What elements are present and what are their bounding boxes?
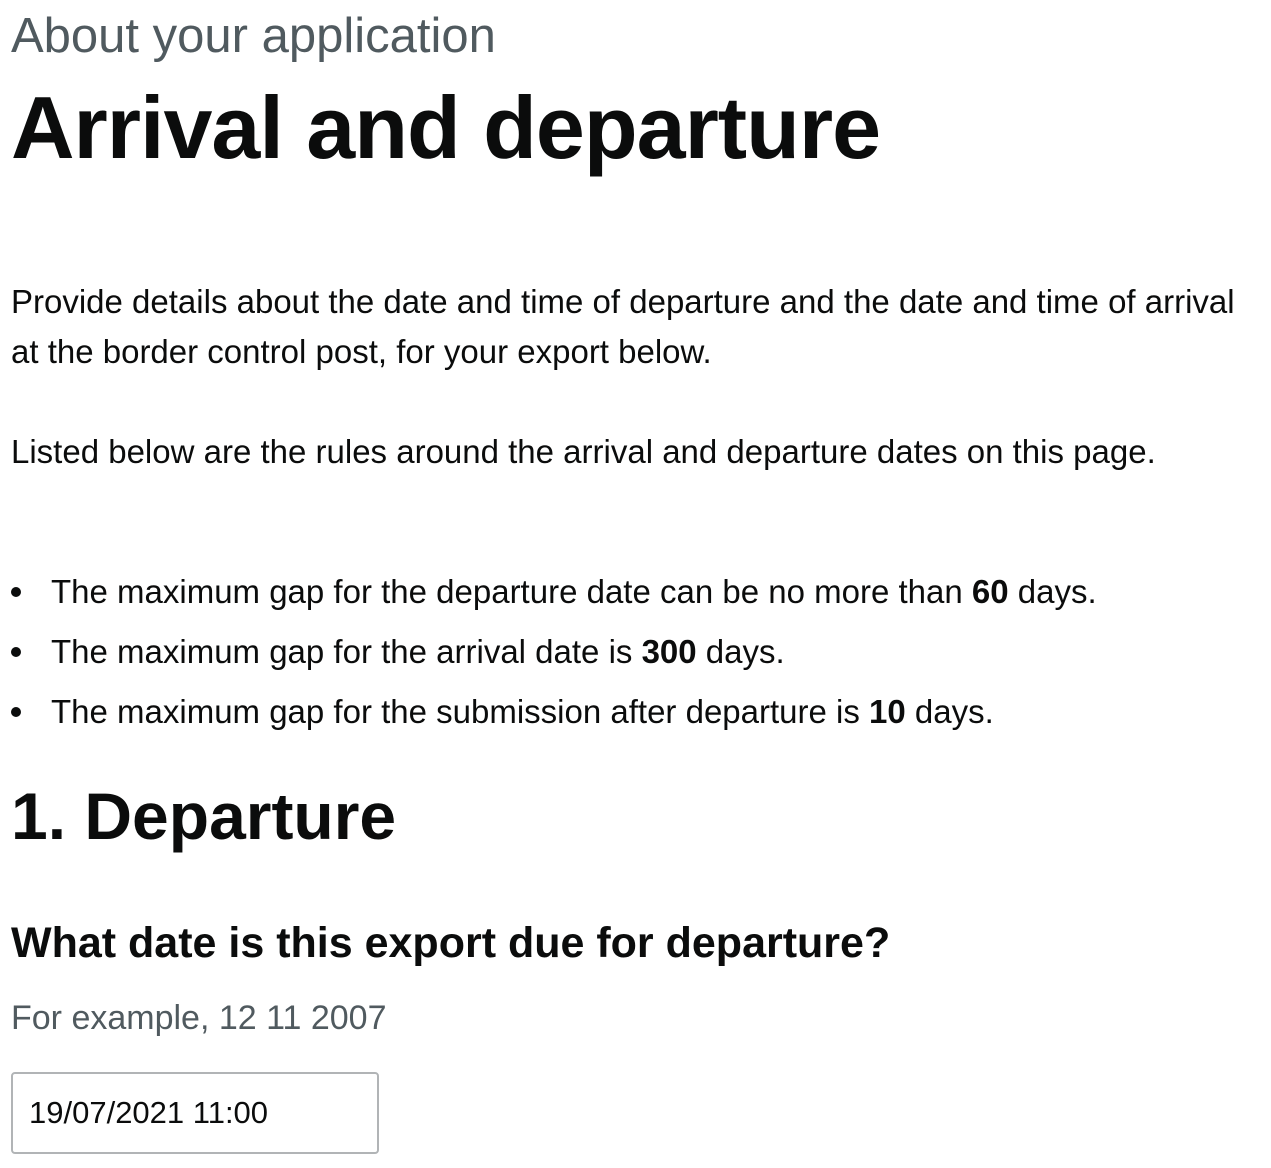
- rule-item: The maximum gap for the submission after…: [11, 687, 1097, 737]
- page-caption: About your application: [11, 9, 496, 63]
- intro-paragraph: Provide details about the date and time …: [11, 283, 1235, 370]
- page-title: Arrival and departure: [11, 78, 881, 177]
- bullet-icon: [11, 707, 21, 717]
- departure-date-input[interactable]: [11, 1072, 379, 1154]
- rule-item: The maximum gap for the departure date c…: [11, 567, 1097, 617]
- rule-item: The maximum gap for the arrival date is …: [11, 627, 1097, 677]
- rule-text: The maximum gap for the arrival date is: [51, 633, 642, 670]
- bullet-icon: [11, 587, 21, 597]
- departure-date-question: What date is this export due for departu…: [11, 919, 891, 967]
- departure-heading: 1. Departure: [11, 779, 397, 853]
- rule-value: 10: [869, 693, 906, 730]
- departure-date-hint: For example, 12 11 2007: [11, 999, 387, 1037]
- rules-intro-paragraph: Listed below are the rules around the ar…: [11, 433, 1156, 470]
- rule-text-end: days.: [905, 693, 994, 730]
- rule-value: 300: [641, 633, 697, 670]
- rule-text: The maximum gap for the departure date c…: [51, 573, 972, 610]
- rule-value: 60: [971, 573, 1009, 610]
- rule-text-end: days.: [696, 633, 785, 670]
- rules-list: The maximum gap for the departure date c…: [11, 567, 1097, 747]
- rule-text-end: days.: [1008, 573, 1097, 610]
- bullet-icon: [11, 647, 21, 657]
- rule-text: The maximum gap for the submission after…: [51, 693, 870, 730]
